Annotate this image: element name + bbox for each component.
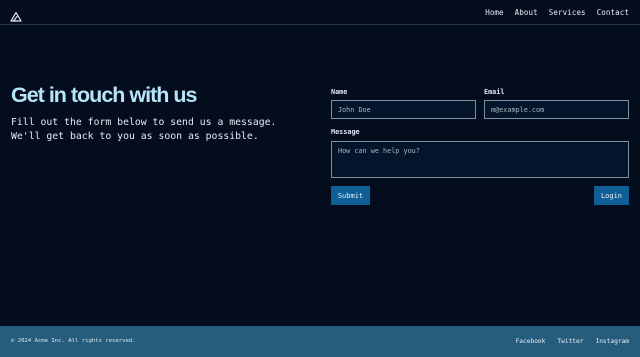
name-label: Name [331, 88, 348, 96]
hero-subtitle: Fill out the form below to send us a mes… [11, 117, 277, 142]
email-label: Email [484, 88, 505, 96]
contact-page: Home About Services Contact Get in touch… [0, 0, 640, 357]
site-header: Home About Services Contact [0, 0, 640, 25]
nav-about[interactable]: About [515, 8, 538, 17]
name-input[interactable] [331, 100, 476, 119]
nav-home[interactable]: Home [485, 8, 503, 17]
submit-button[interactable]: Submit [331, 186, 370, 205]
site-footer: © 2024 Acme Inc. All rights reserved. Fa… [0, 326, 640, 357]
message-textarea[interactable] [331, 141, 629, 178]
nav-services[interactable]: Services [549, 8, 586, 17]
footer-link-twitter[interactable]: Twitter [557, 338, 583, 345]
triangle-logo-icon[interactable] [10, 7, 22, 22]
login-button[interactable]: Login [594, 186, 629, 205]
footer-link-facebook[interactable]: Facebook [516, 338, 546, 345]
email-input[interactable] [484, 100, 629, 119]
main-nav: Home About Services Contact [474, 0, 629, 25]
message-label: Message [331, 128, 360, 136]
footer-social-links: Facebook Twitter Instagram [504, 326, 629, 357]
footer-link-instagram[interactable]: Instagram [595, 338, 629, 345]
copyright-text: © 2024 Acme Inc. All rights reserved. [11, 338, 136, 344]
hero-title: Get in touch with us [11, 83, 197, 107]
nav-contact[interactable]: Contact [597, 8, 629, 17]
